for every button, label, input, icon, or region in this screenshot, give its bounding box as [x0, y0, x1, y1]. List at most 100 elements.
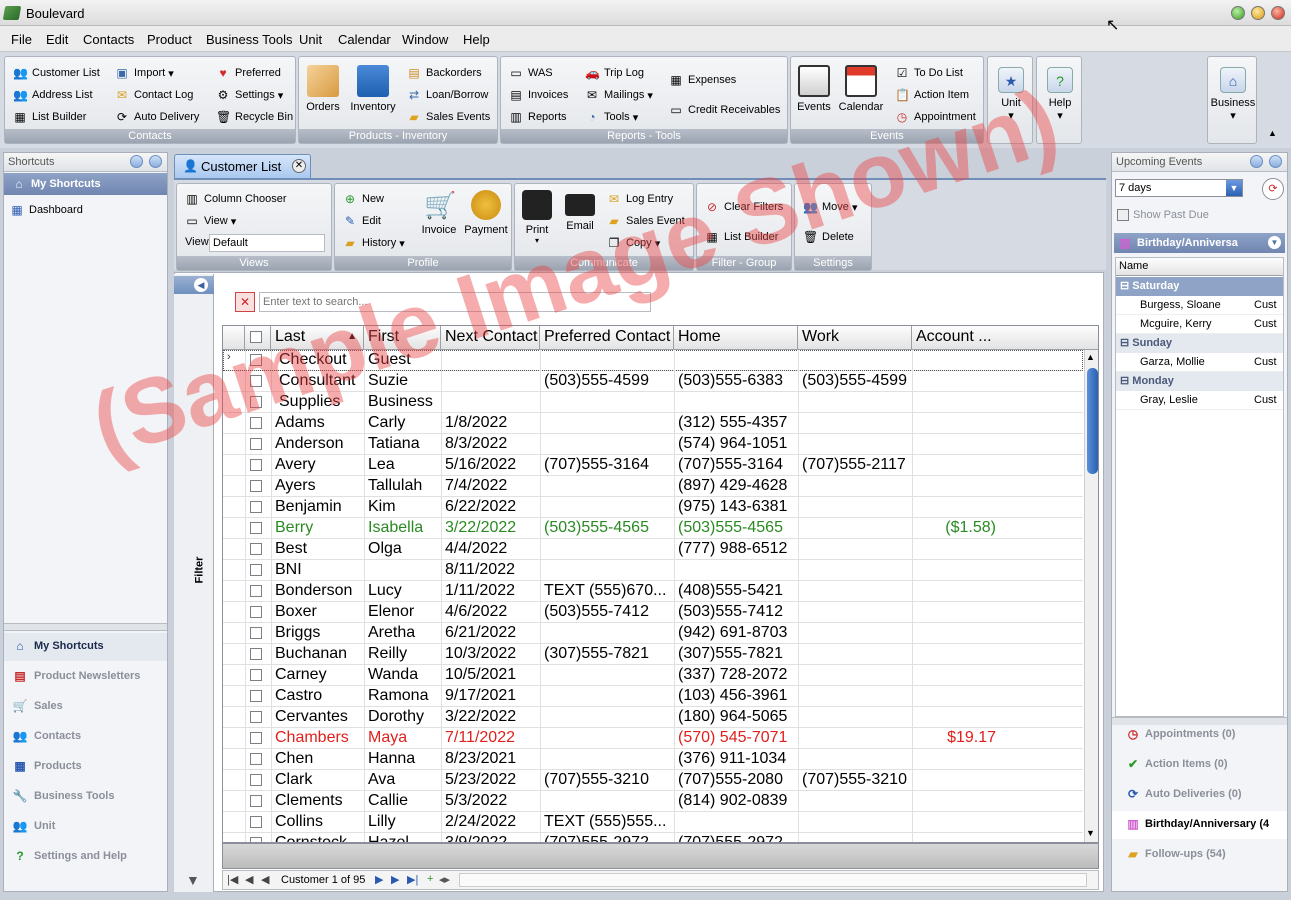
- print-button[interactable]: Print ▾: [517, 190, 557, 245]
- view-button[interactable]: ▭ View ▾: [185, 214, 236, 228]
- close-button[interactable]: [1271, 6, 1285, 20]
- table-row[interactable]: Briggs Aretha 6/21/2022 (942) 691-8703: [223, 623, 1083, 644]
- scroll-up-icon[interactable]: ▲: [1086, 352, 1095, 362]
- vertical-scrollbar[interactable]: ▲ ▼: [1084, 350, 1098, 842]
- day-group-header[interactable]: ⊟ Saturday: [1116, 277, 1283, 296]
- close-tab-icon[interactable]: ✕: [292, 159, 306, 173]
- birthday-section-header[interactable]: ▥ Birthday/Anniversa ▼: [1114, 233, 1285, 253]
- pane-minimize-icon[interactable]: [1250, 155, 1263, 168]
- new-button[interactable]: ⊕ New: [343, 192, 384, 206]
- column-chooser-button[interactable]: ▥ Column Chooser: [185, 192, 286, 206]
- menu-contacts[interactable]: Contacts: [83, 32, 134, 47]
- email-button[interactable]: Email: [559, 190, 601, 232]
- first-page-icon[interactable]: |◀: [227, 873, 238, 886]
- menu-unit[interactable]: Unit: [299, 32, 322, 47]
- column-header-home[interactable]: Home: [674, 326, 798, 350]
- table-row[interactable]: Benjamin Kim 6/22/2022 (975) 143-6381: [223, 497, 1083, 518]
- collapse-filter-icon[interactable]: ◀: [194, 278, 208, 292]
- show-past-due-checkbox[interactable]: [1117, 209, 1129, 221]
- menu-product[interactable]: Product: [147, 32, 192, 47]
- collapse-group-icon[interactable]: ⊟: [1120, 280, 1132, 292]
- table-row[interactable]: Avery Lea 5/16/2022 (707)555-3164 (707)555-3…: [223, 455, 1083, 476]
- row-checkbox[interactable]: [250, 522, 262, 534]
- delete-button[interactable]: 🗑 Delete: [803, 230, 854, 244]
- nav-products[interactable]: ▦ Products: [12, 759, 81, 773]
- column-header-account[interactable]: Account ...: [912, 326, 1098, 350]
- business-ribbon-button[interactable]: ⌂ Business ▾: [1207, 56, 1257, 144]
- refresh-events-icon[interactable]: ⟳: [1262, 178, 1284, 200]
- funnel-icon[interactable]: ▼: [186, 872, 200, 888]
- table-row[interactable]: Anderson Tatiana 8/3/2022 (574) 964-1051: [223, 434, 1083, 455]
- menu-calendar[interactable]: Calendar: [338, 32, 391, 47]
- pane-pin-icon[interactable]: [149, 155, 162, 168]
- nav-birthday-anniversary[interactable]: ▥ Birthday/Anniversary (4: [1126, 817, 1269, 831]
- my-shortcuts-bar[interactable]: ⌂ My Shortcuts: [4, 173, 167, 195]
- customer-list-button[interactable]: 👥 Customer List: [13, 66, 100, 80]
- credit-receivables-button[interactable]: ▭ Credit Receivables: [669, 103, 780, 117]
- scroll-down-icon[interactable]: ▼: [1086, 828, 1095, 838]
- expenses-button[interactable]: ▦ Expenses: [669, 73, 736, 87]
- collapse-section-icon[interactable]: ▼: [1268, 236, 1281, 249]
- row-checkbox[interactable]: [250, 774, 262, 786]
- preferred-button[interactable]: ♥ Preferred: [216, 66, 280, 80]
- mailings-button[interactable]: ✉ Mailings ▾: [585, 88, 653, 102]
- prev-page-group-icon[interactable]: ◀: [245, 873, 253, 886]
- nav-business-tools[interactable]: 🔧 Business Tools: [12, 789, 115, 803]
- menu-window[interactable]: Window: [402, 32, 448, 47]
- list-builder-button[interactable]: ▦ List Builder: [13, 110, 86, 124]
- table-row[interactable]: Chambers Maya 7/11/2022 (570) 545-7071 $19.1…: [223, 728, 1083, 749]
- next-page-icon[interactable]: ▶: [375, 873, 383, 886]
- invoices-button[interactable]: ▤ Invoices: [509, 88, 568, 102]
- to-do-list-button[interactable]: ☑ To Do List: [895, 66, 963, 80]
- pane-pin-icon[interactable]: [1269, 155, 1282, 168]
- nav-unit[interactable]: 👥 Unit: [12, 819, 56, 833]
- table-row[interactable]: Clements Callie 5/3/2022 (814) 902-0839: [223, 791, 1083, 812]
- chevron-down-icon[interactable]: ▼: [1226, 180, 1242, 196]
- row-checkbox[interactable]: [250, 354, 262, 366]
- inventory-button[interactable]: Inventory: [345, 65, 401, 113]
- table-row[interactable]: Buchanan Reilly 10/3/2022 (307)555-7821 (307…: [223, 644, 1083, 665]
- table-row[interactable]: Collins Lilly 2/24/2022 TEXT (555)555...: [223, 812, 1083, 833]
- row-checkbox[interactable]: [250, 501, 262, 513]
- menu-business-tools[interactable]: Business Tools: [206, 32, 292, 47]
- birthday-item[interactable]: Mcguire, Kerry Cust: [1116, 315, 1283, 334]
- nav-product-newsletters[interactable]: ▤ Product Newsletters: [12, 669, 140, 683]
- table-row[interactable]: Supplies Business: [223, 392, 1083, 413]
- appointment-button[interactable]: ◷ Appointment: [895, 110, 976, 124]
- name-column-header[interactable]: Name: [1116, 258, 1283, 276]
- sales-event-button[interactable]: ▰ Sales Event: [607, 214, 684, 228]
- unit-ribbon-button[interactable]: ★ Unit ▾: [987, 56, 1033, 144]
- prev-page-icon[interactable]: ◀: [261, 873, 269, 886]
- day-group-header[interactable]: ⊟ Monday: [1116, 372, 1283, 391]
- row-checkbox[interactable]: [250, 753, 262, 765]
- next-page-group-icon[interactable]: ▶: [391, 873, 399, 886]
- menu-file[interactable]: File: [11, 32, 32, 47]
- row-checkbox[interactable]: [250, 669, 262, 681]
- payment-button[interactable]: Payment: [463, 190, 509, 236]
- list-builder-sub-button[interactable]: ▦ List Builder: [705, 230, 778, 244]
- tab-customer-list[interactable]: 👤 Customer List ✕: [174, 154, 311, 178]
- table-row[interactable]: Ayers Tallulah 7/4/2022 (897) 429-4628: [223, 476, 1083, 497]
- row-checkbox[interactable]: [250, 627, 262, 639]
- contact-log-button[interactable]: ✉ Contact Log: [115, 88, 193, 102]
- table-row[interactable]: › Checkout Guest: [223, 350, 1083, 371]
- pane-splitter[interactable]: [1112, 717, 1287, 725]
- more-nav-icon[interactable]: ◂▸: [439, 873, 450, 886]
- table-row[interactable]: BNI 8/11/2022: [223, 560, 1083, 581]
- table-row[interactable]: Consultant Suzie (503)555-4599 (503)555-638…: [223, 371, 1083, 392]
- table-row[interactable]: Best Olga 4/4/2022 (777) 988-6512: [223, 539, 1083, 560]
- nav-settings-and-help[interactable]: ? Settings and Help: [12, 849, 127, 863]
- row-checkbox[interactable]: [250, 438, 262, 450]
- row-checkbox[interactable]: [250, 543, 262, 555]
- menu-edit[interactable]: Edit: [46, 32, 68, 47]
- was-button[interactable]: ▭ WAS: [509, 66, 552, 80]
- tools-button[interactable]: ◔ Tools ▾: [585, 110, 638, 124]
- row-checkbox[interactable]: [250, 690, 262, 702]
- clear-search-icon[interactable]: ✕: [235, 292, 255, 312]
- collapse-ribbon-icon[interactable]: ▲: [1268, 128, 1277, 138]
- row-checkbox[interactable]: [250, 711, 262, 723]
- table-row[interactable]: Carney Wanda 10/5/2021 (337) 728-2072: [223, 665, 1083, 686]
- invoice-button[interactable]: 🛒 Invoice: [417, 190, 461, 236]
- trip-log-button[interactable]: 🚗 Trip Log: [585, 66, 644, 80]
- dashboard-shortcut[interactable]: ▦ Dashboard: [10, 203, 83, 217]
